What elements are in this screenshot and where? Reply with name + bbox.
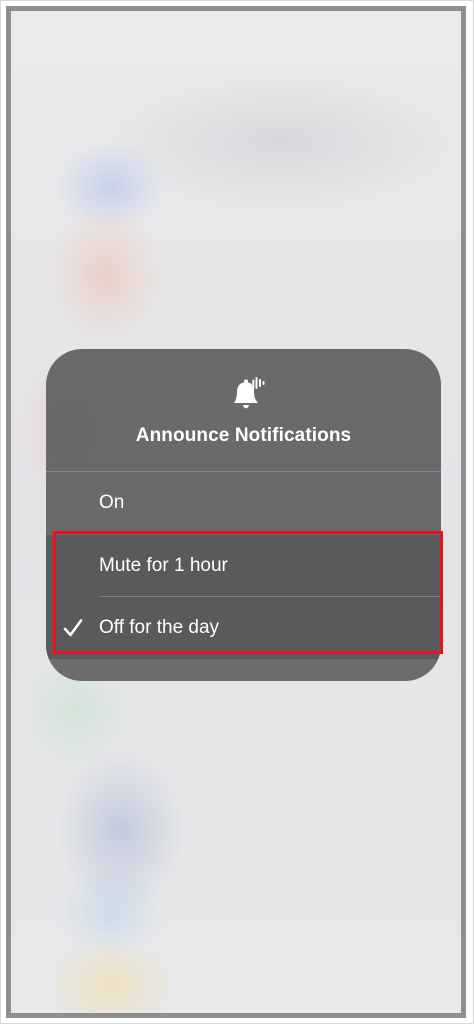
announce-notifications-menu: Announce Notifications On Mute for 1 hou… xyxy=(46,349,441,681)
option-label: On xyxy=(99,492,125,513)
menu-title: Announce Notifications xyxy=(135,425,352,446)
checkmark-icon xyxy=(63,619,83,637)
bell-with-sound-waves-icon xyxy=(234,377,265,409)
screenshot-frame: Announce Notifications On Mute for 1 hou… xyxy=(0,0,474,1024)
option-label: Off for the day xyxy=(99,617,220,638)
option-label: Mute for 1 hour xyxy=(99,555,228,576)
option-on[interactable]: On xyxy=(46,472,441,534)
menu-header: Announce Notifications xyxy=(46,349,441,471)
menu-footer xyxy=(46,659,441,681)
option-off-for-the-day[interactable]: Off for the day xyxy=(46,597,441,659)
option-mute-for-1-hour[interactable]: Mute for 1 hour xyxy=(46,535,441,597)
phone-screen: Announce Notifications On Mute for 1 hou… xyxy=(6,6,466,1018)
